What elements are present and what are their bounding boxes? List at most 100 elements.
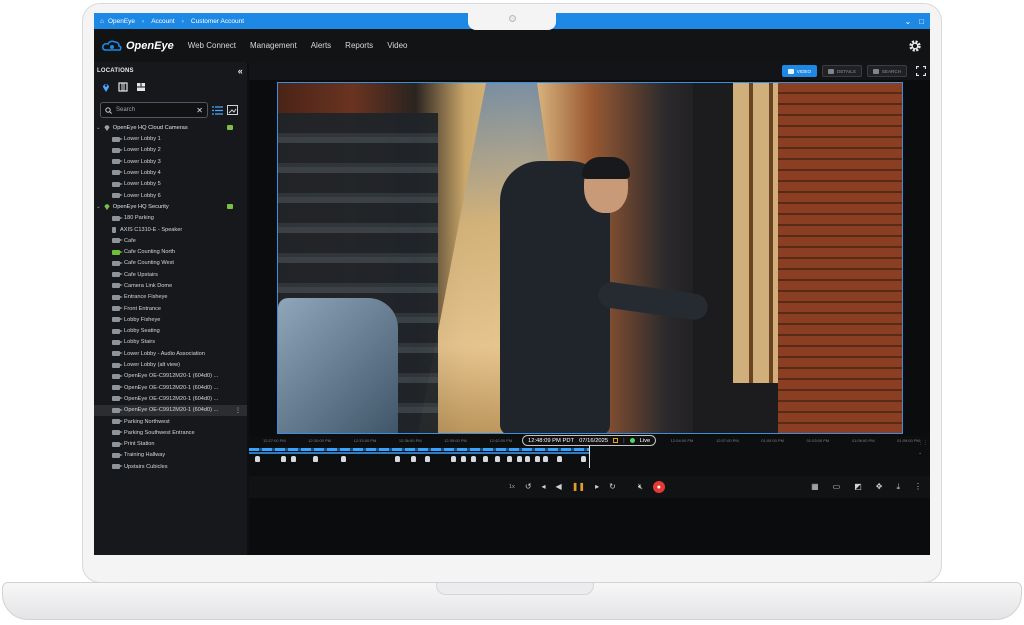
camera-item[interactable]: 180 Parking — [94, 213, 247, 224]
floor-map-icon[interactable] — [118, 82, 128, 92]
camera-item[interactable]: OpenEye OE-C9912M20-1 (604d0) ... — [94, 382, 247, 393]
event-marker-icon[interactable] — [411, 456, 416, 462]
collapse-sidebar-icon[interactable]: « — [238, 66, 243, 76]
details-tab[interactable]: DETAILS — [822, 65, 862, 77]
event-marker-icon[interactable] — [495, 456, 500, 462]
event-marker-icon[interactable] — [313, 456, 318, 462]
event-marker-icon[interactable] — [543, 456, 548, 462]
camera-item[interactable]: Lower Lobby 2 — [94, 145, 247, 156]
camera-item[interactable]: Lower Lobby 5 — [94, 179, 247, 190]
camera-item[interactable]: Parking Southwest Entrance — [94, 427, 247, 438]
gear-icon[interactable] — [908, 39, 922, 53]
zoom-in-icon[interactable]: ⋮⋮ — [918, 440, 928, 446]
camera-item[interactable]: Lower Lobby (alt view) — [94, 359, 247, 370]
picture-in-picture-icon[interactable]: ◩ — [854, 483, 862, 491]
list-view-icon[interactable] — [212, 105, 223, 115]
event-marker-icon[interactable] — [471, 456, 476, 462]
camera-item[interactable]: Lobby Stairs — [94, 337, 247, 348]
event-marker-icon[interactable] — [517, 456, 522, 462]
camera-item[interactable]: Lower Lobby 3 — [94, 156, 247, 167]
camera-item[interactable]: Print Station — [94, 439, 247, 450]
search-input[interactable]: Search ✕ — [100, 102, 208, 118]
camera-item[interactable]: Lobby Seating — [94, 326, 247, 337]
event-marker-icon[interactable] — [451, 456, 456, 462]
camera-item[interactable]: Lower Lobby 4 — [94, 167, 247, 178]
zoom-out-icon[interactable]: ⌄ — [918, 450, 928, 456]
playhead[interactable] — [589, 446, 590, 468]
event-marker-icon[interactable] — [341, 456, 346, 462]
more-options-icon[interactable]: ⋮ — [235, 407, 241, 414]
nav-web-connect[interactable]: Web Connect — [188, 41, 236, 50]
camera-item[interactable]: Front Entrance — [94, 303, 247, 314]
search-tab[interactable]: SEARCH — [866, 65, 907, 77]
chevron-down-icon[interactable]: ⌄ — [96, 125, 101, 131]
clear-search-icon[interactable]: ✕ — [196, 106, 203, 115]
ptz-move-icon[interactable]: ✥ — [876, 483, 883, 491]
event-marker-icon[interactable] — [483, 456, 488, 462]
map-pin-icon[interactable] — [102, 82, 110, 92]
event-marker-icon[interactable] — [425, 456, 430, 462]
camera-item[interactable]: OpenEye OE-C9912M20-1 (604d0) ... — [94, 371, 247, 382]
video-feed[interactable] — [277, 82, 903, 434]
live-label[interactable]: Live — [640, 438, 651, 444]
camera-item[interactable]: Entrance Fisheye — [94, 292, 247, 303]
event-marker-icon[interactable] — [557, 456, 562, 462]
camera-item[interactable]: Lower Lobby 1 — [94, 133, 247, 144]
forward-10-icon[interactable]: ↻ — [609, 483, 616, 491]
step-forward-icon[interactable]: ▸ — [595, 483, 599, 491]
tree-group[interactable]: ⌄ OpenEye HQ Cloud Cameras — [94, 122, 247, 133]
event-marker-icon[interactable] — [525, 456, 530, 462]
event-marker-icon[interactable] — [535, 456, 540, 462]
current-time-badge[interactable]: 12:48:09 PM PDT 07/16/2025 | Live — [522, 435, 657, 446]
event-marker-icon[interactable] — [281, 456, 286, 462]
more-options-icon[interactable]: ⋮ — [914, 483, 922, 491]
playback-timeline[interactable]: 12:27:00 PM 12:30:00 PM 12:33:00 PM 12:36:0… — [249, 435, 930, 476]
grid-view-icon[interactable] — [136, 82, 146, 92]
tree-group[interactable]: ⌄ OpenEye HQ Security — [94, 201, 247, 212]
home-icon[interactable]: ⌂ — [100, 18, 104, 25]
nav-video[interactable]: Video — [387, 41, 407, 50]
event-marker-icon[interactable] — [255, 456, 260, 462]
camera-item[interactable]: Lower Lobby - Audio Association — [94, 348, 247, 359]
breadcrumb-account[interactable]: Account — [151, 18, 175, 25]
monitor-icon[interactable]: ▭ — [833, 483, 841, 491]
event-marker-icon[interactable] — [291, 456, 296, 462]
pause-icon[interactable]: ❚❚ — [572, 483, 585, 491]
video-tab[interactable]: VIDEO — [781, 65, 818, 77]
camera-item[interactable]: Lobby Fisheye — [94, 314, 247, 325]
chevron-down-icon[interactable]: ⌄ — [904, 17, 911, 26]
rewind-10-icon[interactable]: ↺ — [525, 483, 532, 491]
event-marker-icon[interactable] — [507, 456, 512, 462]
brand-logo[interactable]: OpenEye — [102, 40, 174, 52]
download-icon[interactable]: ⤓ — [896, 483, 900, 491]
camera-item[interactable]: Lower Lobby 6 — [94, 190, 247, 201]
speed-select[interactable]: 1x — [509, 484, 515, 490]
camera-item[interactable]: Camera Link Dome — [94, 280, 247, 291]
maximize-icon[interactable]: □ — [919, 17, 924, 26]
nav-management[interactable]: Management — [250, 41, 297, 50]
breadcrumb-openeye[interactable]: OpenEye — [108, 18, 135, 25]
breadcrumb-customer-account[interactable]: Customer Account — [191, 18, 244, 25]
event-marker-icon[interactable] — [461, 456, 466, 462]
event-marker-icon[interactable] — [581, 456, 586, 462]
camera-item[interactable]: AXIS C1310-E - Speaker — [94, 224, 247, 235]
camera-item[interactable]: Cafe Counting West — [94, 258, 247, 269]
camera-item[interactable]: Cafe Upstairs — [94, 269, 247, 280]
chevron-down-icon[interactable]: ⌄ — [96, 204, 101, 210]
nav-reports[interactable]: Reports — [345, 41, 373, 50]
microphone-icon[interactable]: ● — [652, 481, 665, 493]
nav-alerts[interactable]: Alerts — [311, 41, 331, 50]
camera-item[interactable]: Upstairs Cubicles — [94, 461, 247, 472]
thumbnail-view-icon[interactable] — [227, 105, 238, 115]
camera-item[interactable]: Cafe — [94, 235, 247, 246]
camera-item[interactable]: Parking Northwest — [94, 416, 247, 427]
camera-item[interactable]: Cafe Counting North — [94, 246, 247, 257]
camera-item[interactable]: OpenEye OE-C9912M20-1 (604d0) ... ⋮ — [94, 404, 247, 416]
mute-icon[interactable]: 🔇︎ — [638, 483, 643, 491]
camera-item[interactable]: OpenEye OE-C9912M20-1 (604d0) ... — [94, 393, 247, 404]
calendar-icon[interactable] — [613, 438, 619, 443]
event-marker-icon[interactable] — [395, 456, 400, 462]
layout-grid-icon[interactable]: ▦ — [811, 483, 819, 491]
step-back-icon[interactable]: ◂ — [542, 483, 546, 491]
fullscreen-icon[interactable] — [916, 66, 926, 76]
